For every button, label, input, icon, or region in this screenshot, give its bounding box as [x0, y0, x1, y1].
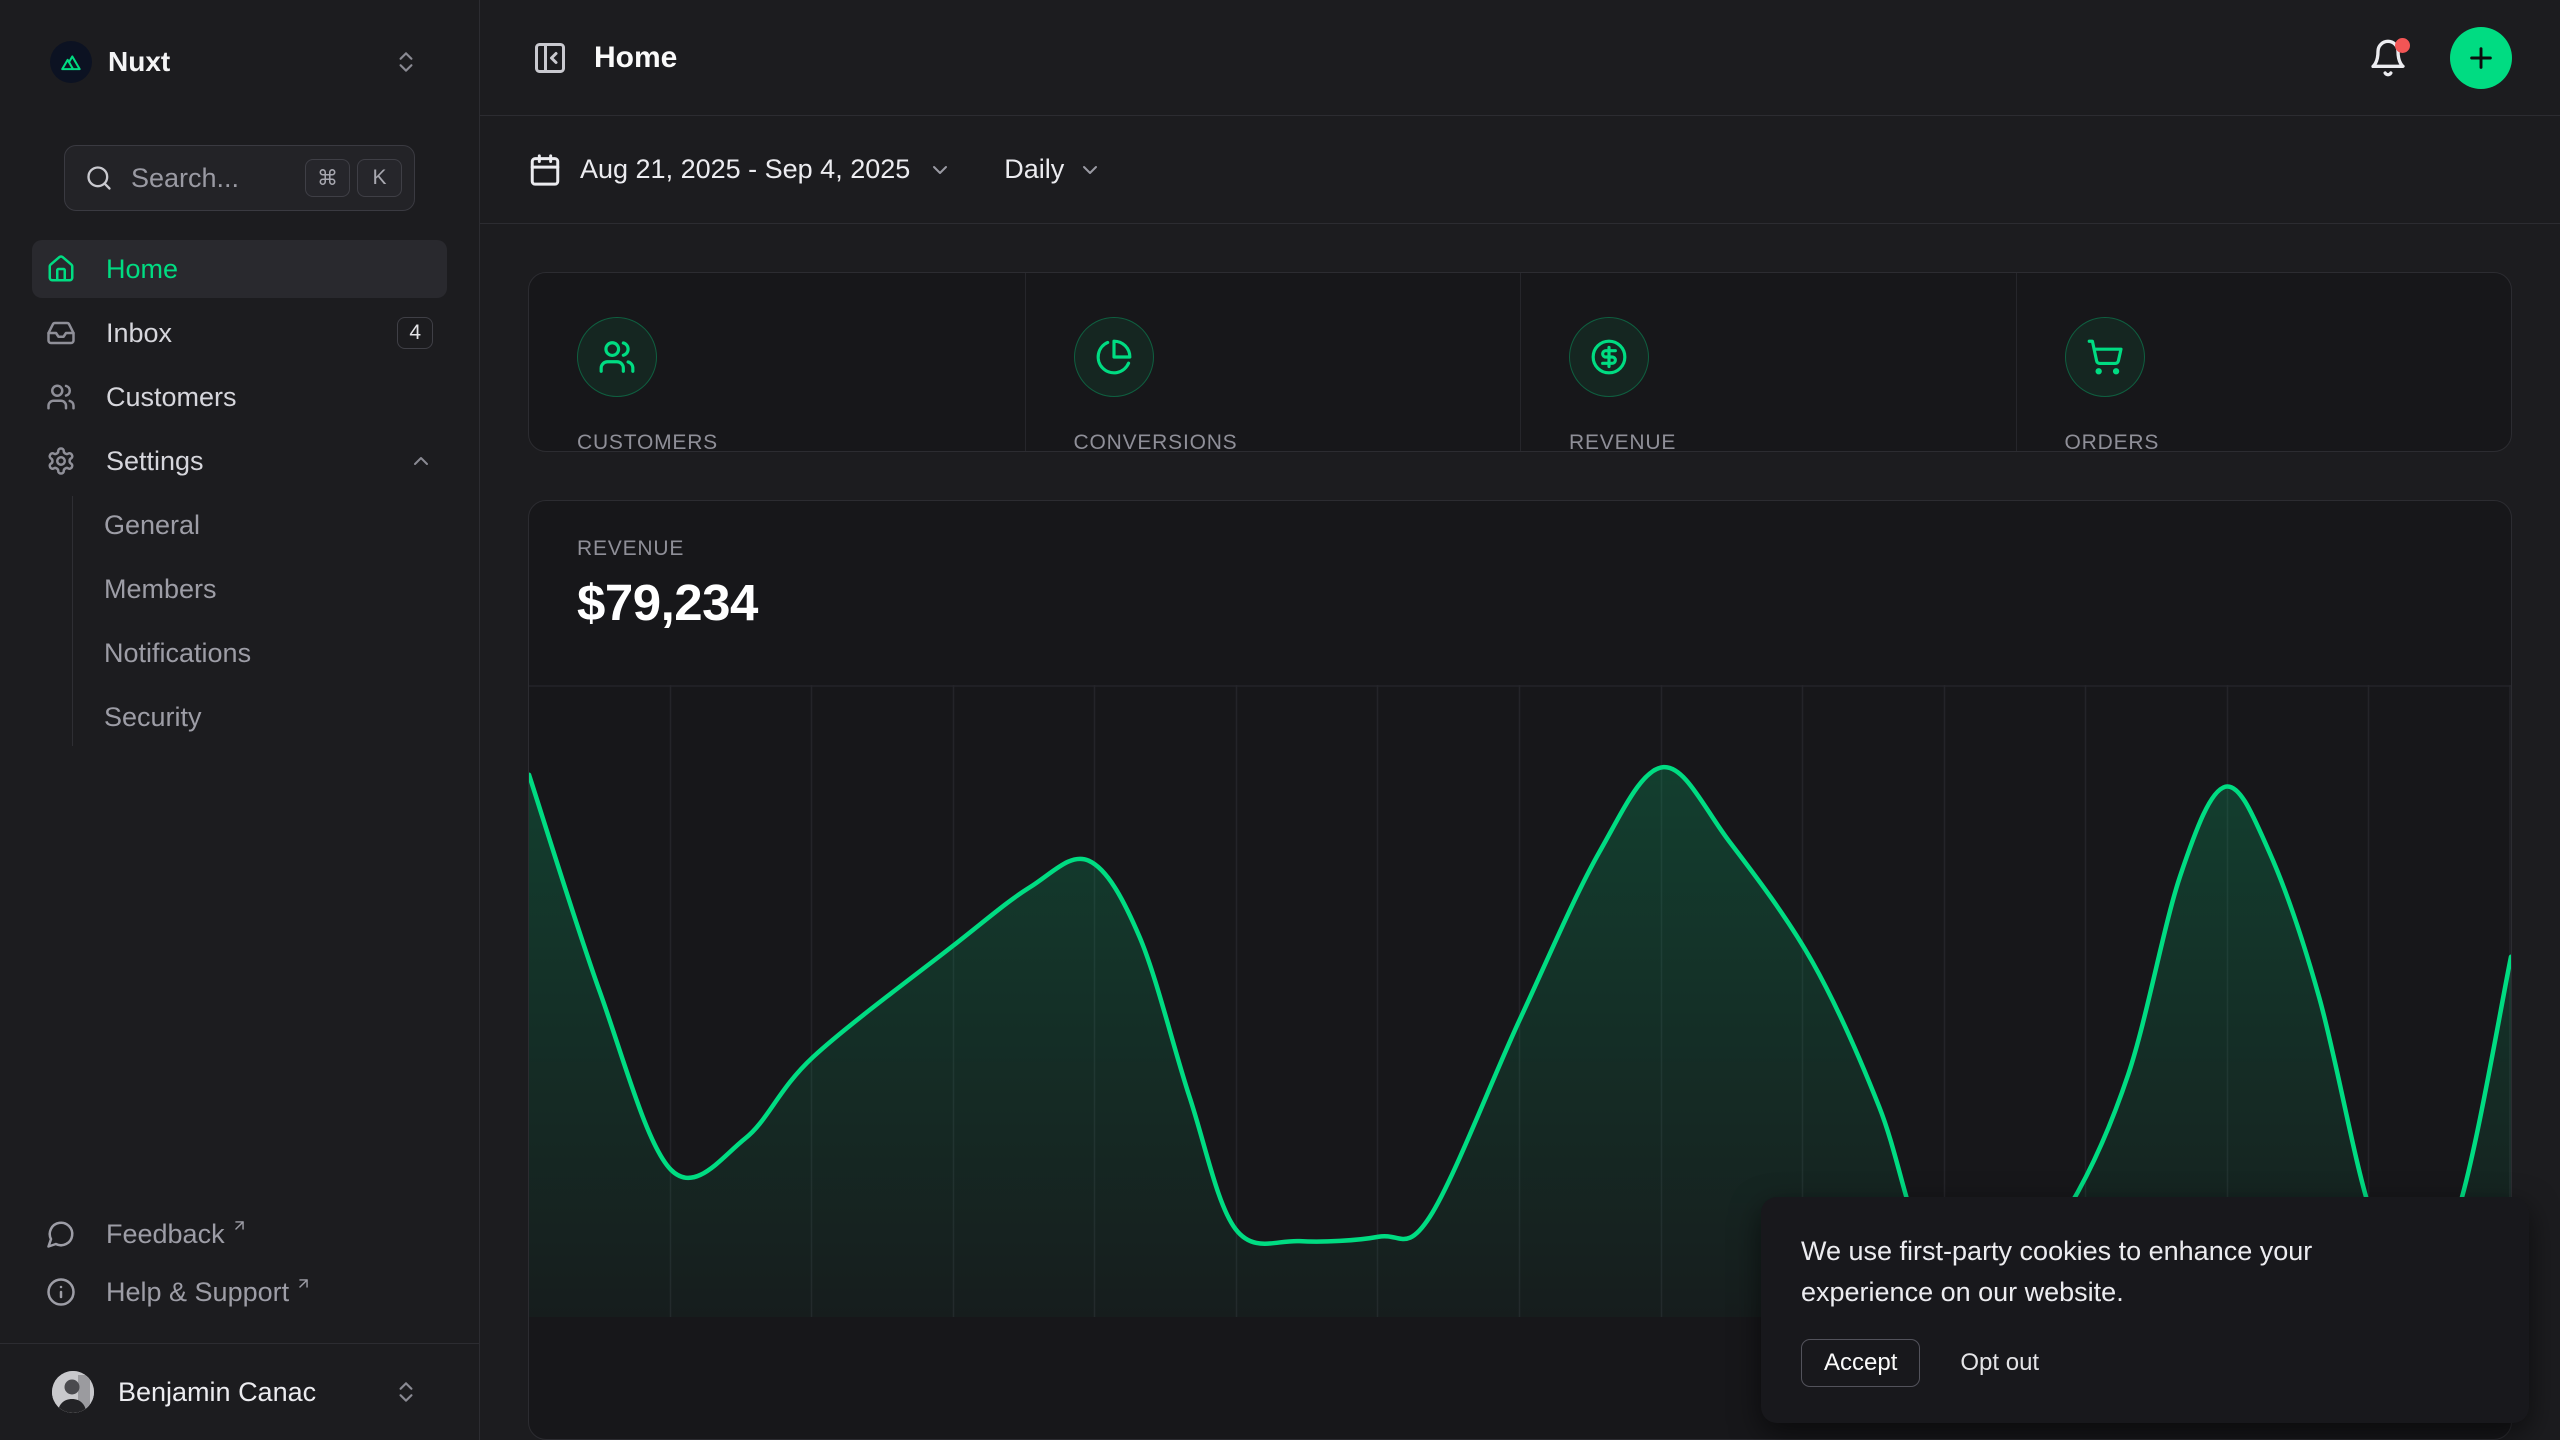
- arrow-up-right-icon: [295, 1275, 312, 1292]
- feedback-link[interactable]: Feedback: [32, 1205, 447, 1263]
- notification-dot: [2395, 38, 2410, 53]
- search-placeholder: Search...: [131, 163, 298, 194]
- sidebar: Nuxt Search... ⌘ K Home: [0, 0, 480, 1440]
- shopping-cart-icon: [2065, 317, 2145, 397]
- search-input[interactable]: Search... ⌘ K: [64, 145, 415, 211]
- sidebar-item-security[interactable]: Security: [104, 688, 447, 746]
- accept-cookies-button[interactable]: Accept: [1801, 1339, 1920, 1387]
- info-circle-icon: [46, 1277, 78, 1307]
- help-support-link[interactable]: Help & Support: [32, 1263, 447, 1321]
- cookie-banner: We use first-party cookies to enhance yo…: [1761, 1197, 2529, 1423]
- inbox-icon: [46, 318, 78, 348]
- message-circle-icon: [46, 1219, 78, 1249]
- avatar: [52, 1371, 94, 1413]
- stat-label: REVENUE: [1569, 431, 1968, 452]
- date-range-value: Aug 21, 2025 - Sep 4, 2025: [580, 154, 910, 185]
- sidebar-item-general[interactable]: General: [104, 496, 447, 554]
- chevrons-up-down-icon: [393, 1379, 419, 1405]
- sidebar-nav: Home Inbox 4 Customers: [0, 240, 479, 752]
- inbox-count-badge: 4: [397, 317, 433, 349]
- stat-orders[interactable]: ORDERS 213 +14%: [2016, 273, 2512, 452]
- stat-customers[interactable]: CUSTOMERS 692 +6%: [529, 273, 1025, 452]
- sidebar-item-home[interactable]: Home: [32, 240, 447, 298]
- workspace-switcher[interactable]: Nuxt: [32, 38, 447, 86]
- granularity-value: Daily: [1004, 154, 1064, 185]
- chevron-down-icon: [928, 158, 952, 182]
- sidebar-item-inbox[interactable]: Inbox 4: [32, 304, 447, 362]
- stats-card: CUSTOMERS 692 +6% CONVERSIONS 1986 +13%: [528, 272, 2512, 452]
- sidebar-item-members[interactable]: Members: [104, 560, 447, 618]
- revenue-chart-value: $79,234: [577, 573, 2463, 632]
- stat-conversions[interactable]: CONVERSIONS 1986 +13%: [1025, 273, 1521, 452]
- house-icon: [46, 254, 78, 284]
- cookie-message: We use first-party cookies to enhance yo…: [1801, 1231, 2381, 1313]
- filters-toolbar: Aug 21, 2025 - Sep 4, 2025 Daily: [480, 116, 2560, 224]
- sidebar-item-settings[interactable]: Settings: [32, 432, 447, 490]
- stat-revenue[interactable]: REVENUE $415,523 +18%: [1520, 273, 2016, 452]
- pie-chart-icon: [1074, 317, 1154, 397]
- page-title: Home: [594, 41, 677, 75]
- date-range-picker[interactable]: Aug 21, 2025 - Sep 4, 2025: [528, 153, 952, 187]
- dollar-circle-icon: [1569, 317, 1649, 397]
- granularity-select[interactable]: Daily: [1004, 154, 1102, 185]
- nuxt-logo-icon: [50, 41, 92, 83]
- sidebar-item-label: Customers: [106, 382, 237, 413]
- sidebar-item-customers[interactable]: Customers: [32, 368, 447, 426]
- users-icon: [577, 317, 657, 397]
- sidebar-item-label: Home: [106, 254, 178, 285]
- kbd-k: K: [357, 159, 402, 197]
- notifications-button[interactable]: [2366, 36, 2410, 80]
- user-name: Benjamin Canac: [118, 1377, 316, 1408]
- workspace-name: Nuxt: [108, 46, 170, 78]
- chevron-down-icon: [1078, 158, 1102, 182]
- settings-sub-list: General Members Notifications Security: [72, 496, 447, 746]
- chevron-up-icon: [409, 449, 433, 473]
- add-button[interactable]: [2450, 27, 2512, 89]
- feedback-label: Feedback: [106, 1219, 225, 1250]
- help-support-label: Help & Support: [106, 1277, 289, 1308]
- search-icon: [85, 164, 113, 192]
- user-menu[interactable]: Benjamin Canac: [0, 1343, 479, 1440]
- sidebar-item-notifications[interactable]: Notifications: [104, 624, 447, 682]
- kbd-cmd: ⌘: [305, 159, 350, 197]
- sidebar-item-label: Settings: [106, 446, 204, 477]
- gear-icon: [46, 446, 78, 476]
- optout-cookies-button[interactable]: Opt out: [1960, 1349, 2039, 1377]
- calendar-icon: [528, 153, 562, 187]
- sidebar-item-label: Inbox: [106, 318, 172, 349]
- chevrons-up-down-icon: [393, 49, 419, 75]
- collapse-sidebar-button[interactable]: [528, 36, 572, 80]
- arrow-up-right-icon: [231, 1217, 248, 1234]
- revenue-chart-label: REVENUE: [577, 537, 2463, 561]
- stat-label: CONVERSIONS: [1074, 431, 1473, 452]
- users-icon: [46, 382, 78, 412]
- stat-label: ORDERS: [2065, 431, 2464, 452]
- page-header: Home: [480, 0, 2560, 116]
- stat-label: CUSTOMERS: [577, 431, 977, 452]
